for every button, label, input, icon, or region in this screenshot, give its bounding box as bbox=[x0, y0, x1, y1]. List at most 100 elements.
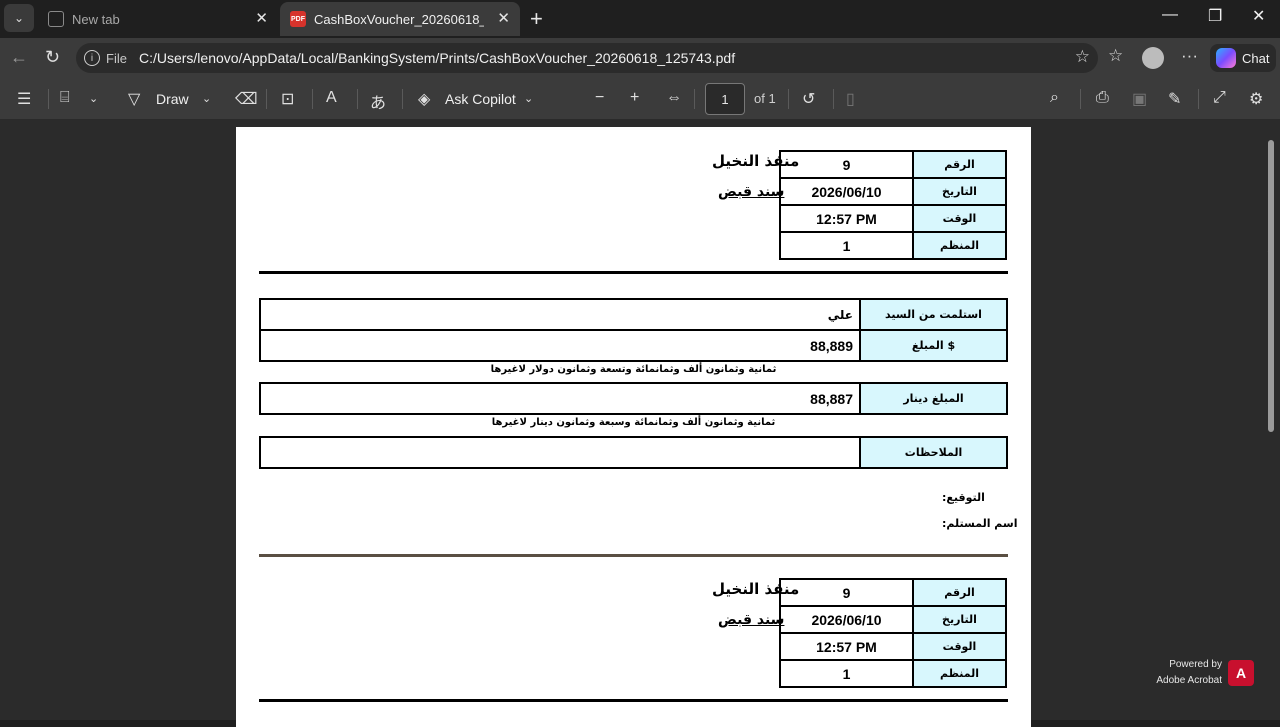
voucher-time-label: الوقت bbox=[912, 204, 1007, 233]
table-row: الملاحظات bbox=[259, 436, 1008, 469]
pdf-viewer-area[interactable]: منفذ النخيل سند قبض 9 الرقم 2026/06/10 ا… bbox=[0, 120, 1280, 727]
notes-table: الملاحظات bbox=[259, 436, 1008, 469]
fit-to-width-icon[interactable]: ⇔ bbox=[666, 89, 682, 107]
contents-list-icon[interactable]: ☰ bbox=[17, 89, 31, 109]
amount-usd-label: $ المبلغ bbox=[859, 329, 1008, 362]
close-window-icon[interactable]: ✕ bbox=[1252, 6, 1265, 26]
save-icon[interactable]: ▣ bbox=[1132, 89, 1147, 109]
tab-title: CashBoxVoucher_20260618_125743.pdf bbox=[314, 11, 484, 27]
received-from-label: استلمت من السيد bbox=[859, 298, 1008, 331]
tab-actions-chevron-icon[interactable]: ⌄ bbox=[4, 4, 34, 32]
copilot-chat-label: Chat bbox=[1242, 50, 1270, 66]
voucher-number-value: 9 bbox=[779, 578, 914, 607]
toolbar-divider bbox=[1080, 89, 1081, 109]
voucher-date-value: 2026/06/10 bbox=[779, 177, 914, 206]
read-aloud-icon[interactable]: A bbox=[326, 89, 337, 107]
voucher-time-value: 12:57 PM bbox=[779, 632, 914, 661]
settings-gear-icon[interactable]: ⚙ bbox=[1249, 89, 1263, 109]
table-row: 1 المنظم bbox=[779, 231, 1007, 260]
voucher-organizer-value: 1 bbox=[779, 659, 914, 688]
back-arrow-icon[interactable]: ← bbox=[10, 47, 28, 68]
highlight-dropdown-chevron-icon[interactable]: ⌄ bbox=[89, 92, 98, 105]
favorites-list-icon[interactable]: ☆ bbox=[1108, 46, 1123, 66]
ask-copilot-button[interactable]: Ask Copilot bbox=[445, 91, 516, 107]
add-text-icon[interactable]: ⊡ bbox=[281, 89, 294, 109]
toolbar-divider bbox=[694, 89, 695, 109]
ask-copilot-chevron-icon[interactable]: ⌄ bbox=[524, 92, 533, 105]
product-name-label: Adobe Acrobat bbox=[1156, 675, 1222, 686]
section-divider bbox=[259, 271, 1008, 274]
signature-label: التوقيع: bbox=[942, 491, 985, 504]
favorite-star-icon[interactable]: ☆ bbox=[1075, 47, 1090, 67]
vertical-scrollbar-thumb[interactable] bbox=[1268, 140, 1274, 432]
table-row: 2026/06/10 التاريخ bbox=[779, 605, 1007, 634]
browser-titlebar: ⌄ New tab ✕ PDF CashBoxVoucher_20260618_… bbox=[0, 0, 1280, 38]
table-row: 88,887 المبلغ دينار bbox=[259, 382, 1008, 415]
voucher-number-value: 9 bbox=[779, 150, 914, 179]
voucher-organizer-label: المنظم bbox=[912, 659, 1007, 688]
zoom-out-icon[interactable]: − bbox=[595, 89, 604, 107]
minimize-icon[interactable]: — bbox=[1162, 6, 1178, 24]
amount-iqd-value: 88,887 bbox=[259, 382, 861, 415]
amount-iqd-table: 88,887 المبلغ دينار bbox=[259, 382, 1008, 415]
close-tab-icon[interactable]: ✕ bbox=[255, 9, 268, 27]
rotate-icon[interactable]: ↺ bbox=[802, 89, 815, 109]
voucher-time-value: 12:57 PM bbox=[779, 204, 914, 233]
voucher-type-title-copy: سند قبض bbox=[718, 612, 785, 628]
voucher-date-value: 2026/06/10 bbox=[779, 605, 914, 634]
eraser-icon[interactable]: ⌫ bbox=[235, 89, 258, 109]
received-from-value: علي bbox=[259, 298, 861, 331]
powered-by-text: Powered by Adobe Acrobat bbox=[1150, 657, 1222, 689]
page-total-label: of 1 bbox=[754, 91, 776, 106]
new-tab-plus-icon[interactable]: + bbox=[530, 6, 543, 32]
received-from-table: علي استلمت من السيد 88,889 $ المبلغ bbox=[259, 298, 1008, 362]
ask-copilot-icon[interactable]: ◈ bbox=[418, 89, 430, 109]
translate-icon[interactable]: あ bbox=[370, 89, 386, 113]
search-icon[interactable]: ⌕ bbox=[1050, 89, 1059, 107]
url-text[interactable]: C:/Users/lenovo/AppData/Local/BankingSys… bbox=[139, 50, 735, 66]
zoom-in-icon[interactable]: + bbox=[630, 89, 639, 107]
voucher-organizer-label: المنظم bbox=[912, 231, 1007, 260]
more-options-icon[interactable]: ··· bbox=[1181, 46, 1198, 66]
table-row: 12:57 PM الوقت bbox=[779, 204, 1007, 233]
profile-avatar[interactable] bbox=[1142, 47, 1164, 69]
copilot-chat-button[interactable]: Chat bbox=[1210, 44, 1276, 72]
toolbar-divider bbox=[312, 89, 313, 109]
address-input[interactable]: i File C:/Users/lenovo/AppData/Local/Ban… bbox=[76, 43, 1098, 73]
address-bar-row: ← ↻ i File C:/Users/lenovo/AppData/Local… bbox=[0, 38, 1280, 78]
copilot-logo-icon bbox=[1216, 48, 1236, 68]
save-as-icon[interactable]: ✎ bbox=[1168, 89, 1181, 109]
voucher-number-label: الرقم bbox=[912, 150, 1007, 179]
toolbar-divider bbox=[266, 89, 267, 109]
voucher-header-table-copy: 9 الرقم 2026/06/10 التاريخ 12:57 PM الوق… bbox=[779, 578, 1007, 688]
highlight-icon[interactable]: ⌸ bbox=[60, 89, 70, 107]
draw-button[interactable]: Draw bbox=[156, 91, 189, 107]
print-icon[interactable]: ⎙ bbox=[1096, 89, 1109, 107]
voucher-header-table: 9 الرقم 2026/06/10 التاريخ 12:57 PM الوق… bbox=[779, 150, 1007, 260]
restore-icon[interactable]: ❐ bbox=[1208, 6, 1222, 26]
adobe-acrobat-logo-icon: A bbox=[1228, 660, 1254, 686]
section-divider bbox=[259, 699, 1008, 702]
close-tab-icon[interactable]: ✕ bbox=[497, 9, 510, 27]
fullscreen-icon[interactable]: ⤢ bbox=[1213, 89, 1226, 107]
toolbar-divider bbox=[357, 89, 358, 109]
draw-dropdown-chevron-icon[interactable]: ⌄ bbox=[202, 92, 211, 105]
draw-pen-icon[interactable]: ▽ bbox=[128, 89, 140, 109]
amount-usd-value: 88,889 bbox=[259, 329, 861, 362]
pdf-page: منفذ النخيل سند قبض 9 الرقم 2026/06/10 ا… bbox=[236, 127, 1031, 727]
voucher-type-title: سند قبض bbox=[718, 184, 785, 200]
info-icon[interactable]: i bbox=[84, 50, 100, 66]
tab-pdf-document[interactable]: PDF CashBoxVoucher_20260618_125743.pdf ✕ bbox=[280, 2, 520, 36]
table-row: 88,889 $ المبلغ bbox=[259, 329, 1008, 362]
page-view-icon[interactable]: ▯ bbox=[846, 89, 855, 109]
tab-new-tab[interactable]: New tab ✕ bbox=[38, 2, 278, 36]
toolbar-divider bbox=[48, 89, 49, 109]
amount-usd-in-words: ثمانية وثمانون ألف وثمانمائة وتسعة وثمان… bbox=[490, 364, 777, 375]
tab-title: New tab bbox=[72, 11, 120, 27]
refresh-icon[interactable]: ↻ bbox=[45, 47, 60, 68]
pdf-file-icon: PDF bbox=[290, 11, 306, 27]
table-row: 1 المنظم bbox=[779, 659, 1007, 688]
voucher-number-label: الرقم bbox=[912, 578, 1007, 607]
amount-iqd-in-words: ثمانية وثمانون ألف وثمانمائة وسبعة وثمان… bbox=[491, 417, 776, 428]
page-number-input[interactable]: 1 bbox=[705, 83, 745, 115]
